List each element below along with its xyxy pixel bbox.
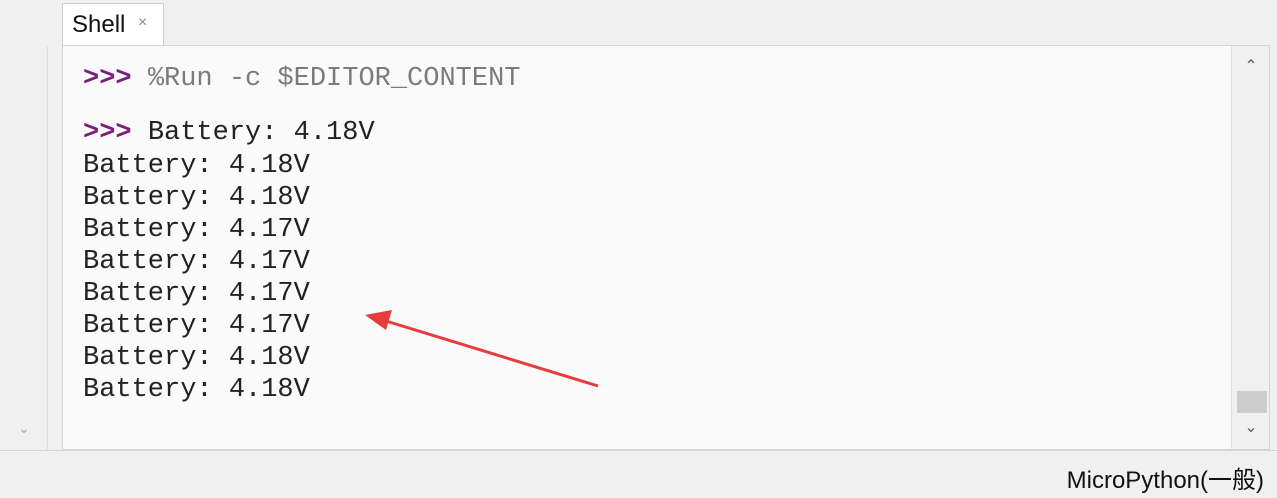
chevron-down-icon[interactable]: ⌄ xyxy=(14,418,34,438)
chevron-up-icon[interactable]: ⌃ xyxy=(1232,52,1270,82)
tab-strip: Shell × xyxy=(47,0,1277,46)
close-icon[interactable]: × xyxy=(138,14,147,32)
output-line: Battery: 4.18V xyxy=(83,375,310,405)
output-line: Battery: 4.17V xyxy=(83,247,310,277)
status-bar: MicroPython(一般) xyxy=(0,450,1277,498)
tab-label: Shell xyxy=(72,11,126,38)
output-text: Battery: 4.18V xyxy=(147,118,375,148)
output-line: Battery: 4.17V xyxy=(83,215,310,245)
command-line: >>> %Run -c $EDITOR_CONTENT xyxy=(83,64,520,94)
interpreter-selector[interactable]: MicroPython(一般) xyxy=(1067,460,1264,495)
tab-shell[interactable]: Shell × xyxy=(62,3,164,46)
output-prompt-line: >>> Battery: 4.18V xyxy=(83,118,375,148)
output-line: Battery: 4.18V xyxy=(83,343,310,373)
output-line: Battery: 4.17V xyxy=(83,279,310,309)
scroll-thumb[interactable] xyxy=(1237,391,1267,413)
output-line: Battery: 4.18V xyxy=(83,183,310,213)
vertical-scrollbar[interactable]: ⌃ ⌄ xyxy=(1231,46,1269,449)
shell-prompt: >>> xyxy=(83,118,132,148)
shell-panel[interactable]: >>> %Run -c $EDITOR_CONTENT >>> Battery:… xyxy=(62,45,1270,450)
shell-content[interactable]: >>> %Run -c $EDITOR_CONTENT >>> Battery:… xyxy=(63,46,1231,449)
chevron-down-icon[interactable]: ⌄ xyxy=(1232,413,1270,443)
run-command: %Run -c $EDITOR_CONTENT xyxy=(147,64,521,94)
shell-prompt: >>> xyxy=(83,64,132,94)
left-gutter: ⌄ xyxy=(0,0,48,450)
output-line: Battery: 4.17V xyxy=(83,311,310,341)
output-line: Battery: 4.18V xyxy=(83,151,310,181)
